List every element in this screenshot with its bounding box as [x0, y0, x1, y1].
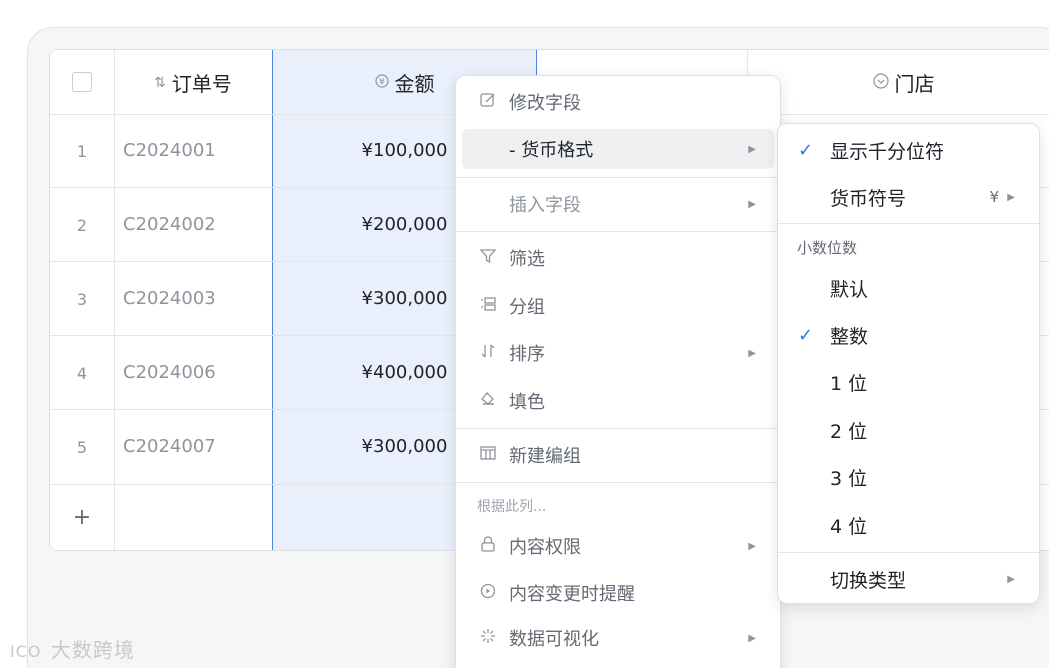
order-cell[interactable]: C2024006: [123, 362, 216, 383]
currency-icon: ¥: [374, 73, 389, 92]
submenu-arrow-icon: ▶: [748, 632, 756, 644]
option-label: 整数: [830, 325, 869, 348]
filter-icon: [478, 247, 498, 269]
column-header-order[interactable]: ⇅ 订单号: [114, 50, 272, 115]
order-cell[interactable]: C2024002: [123, 214, 216, 235]
option-decimal-default[interactable]: 默认: [778, 268, 1039, 308]
menu-item-label: 数据可视化: [509, 629, 599, 650]
column-header-label: 金额: [394, 72, 435, 96]
option-currency-symbol[interactable]: 货币符号 ¥ ▶: [778, 177, 1039, 217]
menu-item-label: 新建编组: [509, 446, 581, 467]
order-cell[interactable]: C2024007: [123, 436, 216, 457]
menu-divider: [778, 552, 1039, 553]
menu-item-group[interactable]: 分组: [456, 286, 780, 326]
option-switch-type[interactable]: 切换类型 ▶: [778, 559, 1039, 599]
option-label: 4 位: [830, 515, 868, 538]
option-decimal-1[interactable]: 1 位: [778, 362, 1039, 402]
add-row-button[interactable]: +: [50, 505, 114, 530]
menu-item-fill-color[interactable]: 填色: [456, 381, 780, 421]
menu-item-label: 分组: [509, 297, 545, 318]
submenu-arrow-icon: ▶: [748, 143, 756, 155]
option-label: 3 位: [830, 467, 868, 490]
option-decimal-4[interactable]: 4 位: [778, 505, 1039, 545]
menu-item-currency-format[interactable]: - 货币格式 ▶: [462, 129, 774, 169]
menu-divider: [456, 231, 780, 232]
option-decimal-integer[interactable]: ✓ 整数: [778, 315, 1039, 355]
option-decimal-2[interactable]: 2 位: [778, 410, 1039, 450]
currency-format-submenu: ✓ 显示千分位符 货币符号 ¥ ▶ 小数位数 默认 ✓ 整数 1 位 2 位 3…: [777, 123, 1040, 604]
menu-item-data-visualization[interactable]: 数据可视化 ▶: [456, 618, 780, 658]
option-label: 2 位: [830, 420, 868, 443]
menu-item-label: - 货币格式: [509, 140, 594, 161]
reminder-icon: [478, 582, 498, 604]
sort-order-icon: ⇅: [154, 74, 166, 91]
fill-bucket-icon: [478, 390, 498, 412]
row-number: 2: [76, 216, 88, 235]
column-header-label: 门店: [894, 72, 935, 96]
lock-icon: [478, 535, 498, 557]
row-number: 1: [76, 142, 88, 161]
menu-item-content-permission[interactable]: 内容权限 ▶: [456, 526, 780, 566]
menu-divider: [456, 177, 780, 178]
option-label: 切换类型: [830, 569, 907, 592]
option-thousands-separator[interactable]: ✓ 显示千分位符: [778, 130, 1039, 170]
submenu-arrow-icon: ▶: [748, 198, 756, 210]
submenu-arrow-icon: ▶: [1007, 573, 1015, 585]
menu-item-insert-field[interactable]: 插入字段 ▶: [456, 184, 780, 224]
decimal-places-title: 小数位数: [797, 239, 858, 257]
option-label: 1 位: [830, 372, 868, 395]
menu-item-label: 填色: [509, 392, 545, 413]
menu-item-change-reminder[interactable]: 内容变更时提醒: [456, 573, 780, 613]
dropdown-circle-icon: [872, 72, 889, 93]
svg-text:¥: ¥: [379, 77, 385, 87]
option-decimal-3[interactable]: 3 位: [778, 457, 1039, 497]
group-icon: [478, 295, 498, 317]
submenu-arrow-icon: ▶: [748, 347, 756, 359]
menu-section-title: 根据此列...: [477, 499, 547, 515]
column-header-store[interactable]: 门店: [747, 50, 1049, 115]
row-number: 4: [76, 364, 88, 383]
menu-item-label: 排序: [509, 344, 545, 365]
row-number: 5: [76, 438, 88, 457]
sort-icon: [478, 342, 498, 364]
order-cell[interactable]: C2024001: [123, 140, 216, 161]
menu-divider: [456, 428, 780, 429]
column-divider: [114, 50, 115, 550]
watermark: ICO 大数跨境: [10, 634, 135, 663]
sparkle-icon: [478, 627, 498, 649]
option-label: 货币符号: [830, 187, 907, 210]
menu-item-label: 内容权限: [509, 537, 581, 558]
column-context-menu: 修改字段 - 货币格式 ▶ 插入字段 ▶ 筛选 分组 排序 ▶ 填色 新建编组 …: [455, 75, 781, 668]
row-number: 3: [76, 290, 88, 309]
menu-item-sort[interactable]: 排序 ▶: [456, 333, 780, 373]
layout-icon: [478, 444, 498, 466]
menu-item-label: 插入字段: [509, 195, 581, 216]
edit-icon: [478, 91, 498, 113]
menu-divider: [456, 482, 780, 483]
column-header-label: 订单号: [171, 72, 232, 96]
option-label: 显示千分位符: [830, 140, 945, 163]
submenu-arrow-icon: ▶: [1007, 191, 1015, 203]
currency-symbol-value: ¥: [989, 188, 999, 206]
select-all-checkbox[interactable]: [72, 72, 92, 92]
menu-item-label: 筛选: [509, 249, 545, 270]
menu-divider: [778, 223, 1039, 224]
menu-item-filter[interactable]: 筛选: [456, 238, 780, 278]
menu-item-label: 内容变更时提醒: [509, 584, 635, 605]
menu-item-new-group[interactable]: 新建编组: [456, 435, 780, 475]
menu-item-modify-field[interactable]: 修改字段: [456, 82, 780, 122]
checkmark-icon: ✓: [798, 139, 814, 161]
watermark-logo: ICO: [10, 642, 42, 661]
submenu-arrow-icon: ▶: [748, 540, 756, 552]
order-cell[interactable]: C2024003: [123, 288, 216, 309]
watermark-text: 大数跨境: [50, 638, 135, 662]
menu-item-label: 修改字段: [509, 93, 581, 114]
checkmark-icon: ✓: [798, 324, 814, 346]
option-label: 默认: [830, 278, 869, 301]
